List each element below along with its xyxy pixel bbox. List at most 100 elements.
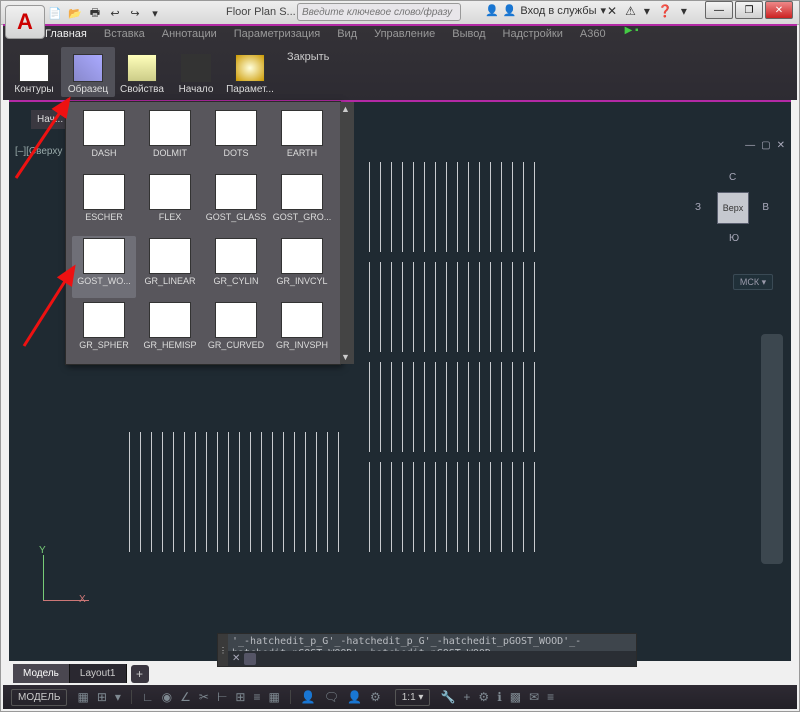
tab-manage[interactable]: Управление <box>372 25 437 45</box>
pattern-gr_cylin[interactable]: GR_CYLIN <box>204 236 268 298</box>
pattern-dolmit[interactable]: DOLMIT <box>138 108 202 170</box>
gallery-scrollbar[interactable] <box>340 102 354 364</box>
status-mid-icon[interactable]: ✂ <box>199 690 209 704</box>
status-right-icon[interactable]: 👤 <box>347 690 362 704</box>
qat-open-icon[interactable]: 📂 <box>67 5 83 21</box>
ribbon-props-button[interactable]: Свойства <box>115 47 169 97</box>
cmd-grip-icon[interactable]: ⋮ <box>218 634 228 666</box>
search-input[interactable] <box>297 3 461 21</box>
pattern-thumb <box>149 174 191 210</box>
status-mid-icon[interactable]: ∠ <box>180 690 191 704</box>
close-button[interactable]: ✕ <box>765 1 793 19</box>
status-mid-icon[interactable]: ⊢ <box>217 690 227 704</box>
ribbon-tabs: Главная Вставка Аннотации Параметризация… <box>43 25 791 45</box>
pattern-gr_invcyl[interactable]: GR_INVCYL <box>270 236 334 298</box>
help-icon[interactable]: ❓ <box>658 4 673 18</box>
tab-output[interactable]: Вывод <box>450 25 487 45</box>
status-right-icon[interactable]: ✉ <box>529 690 539 704</box>
status-right-icon[interactable]: ℹ <box>497 690 502 704</box>
chevron-down-icon: ▾ <box>600 4 606 17</box>
pattern-dots[interactable]: DOTS <box>204 108 268 170</box>
close-editor-button[interactable]: Закрыть <box>287 51 329 63</box>
scale-button[interactable]: 1:1 ▾ <box>395 689 431 706</box>
ribbon-pattern-button[interactable]: Образец <box>61 47 115 97</box>
sign-in[interactable]: 👤 👤 Вход в службы ▾ <box>485 4 606 17</box>
quick-access-toolbar: 📄 📂 🖶 ↩ ↪ ▾ <box>47 5 163 21</box>
view-cube[interactable]: С В Ю З Верх <box>695 170 769 244</box>
pattern-flex[interactable]: FLEX <box>138 172 202 234</box>
tab-parametrize[interactable]: Параметризация <box>232 25 322 45</box>
cmd-close-icon[interactable]: ✕ <box>232 653 240 664</box>
tab-a360[interactable]: A360 <box>578 25 608 45</box>
viewcube-face[interactable]: Верх <box>717 192 749 224</box>
status-mid-icon[interactable]: ⊞ <box>235 690 245 704</box>
status-right-icon[interactable]: 👤 <box>301 690 316 704</box>
tab-home[interactable]: Главная <box>43 25 89 45</box>
pattern-gost_gro...[interactable]: GOST_GRO... <box>270 172 334 234</box>
viewport-close-icon[interactable]: ✕ <box>777 140 785 151</box>
pattern-label: GR_LINEAR <box>144 276 195 286</box>
ribbon-contour-button[interactable]: Контуры <box>7 47 61 97</box>
status-mid-icon[interactable]: ≡ <box>253 690 260 704</box>
minimize-button[interactable]: — <box>705 1 733 19</box>
status-right-icon[interactable]: ≡ <box>547 690 554 704</box>
status-right-icon[interactable]: 🔧 <box>440 690 455 704</box>
chevron-down-icon[interactable]: ▾ <box>681 4 687 18</box>
status-left-icon[interactable]: ⊞ <box>97 690 107 704</box>
viewport-min-icon[interactable]: — <box>745 140 755 151</box>
pattern-gr_curved[interactable]: GR_CURVED <box>204 300 268 362</box>
tab-addins[interactable]: Надстройки <box>501 25 565 45</box>
add-layout-button[interactable]: + <box>131 665 149 683</box>
app-menu-button[interactable]: A <box>5 5 45 39</box>
ribbon-orig-button[interactable]: Начало <box>169 47 223 97</box>
qat-undo-icon[interactable]: ↩ <box>107 5 123 21</box>
status-left-icon[interactable]: ▦ <box>77 690 88 704</box>
tab-annotate[interactable]: Аннотации <box>160 25 219 45</box>
pattern-thumb <box>83 174 125 210</box>
qat-redo-icon[interactable]: ↪ <box>127 5 143 21</box>
pattern-gost_glass[interactable]: GOST_GLASS <box>204 172 268 234</box>
pattern-gr_hemisp[interactable]: GR_HEMISP <box>138 300 202 362</box>
status-right-icon[interactable]: ⚙ <box>370 690 381 704</box>
status-left-icon[interactable]: ▾ <box>115 690 121 704</box>
ucs-selector[interactable]: МСК ▾ <box>733 274 773 290</box>
viewcube-west[interactable]: З <box>695 202 701 213</box>
status-right-icon[interactable]: 🗨 <box>324 690 339 704</box>
pattern-earth[interactable]: EARTH <box>270 108 334 170</box>
viewcube-south[interactable]: Ю <box>729 233 739 244</box>
viewcube-north[interactable]: С <box>729 172 736 183</box>
status-mid-icon[interactable]: ◉ <box>162 690 172 704</box>
ribbon-param-button[interactable]: Парамет... <box>223 47 277 97</box>
status-right-icon[interactable]: + <box>463 690 470 704</box>
qat-print-icon[interactable]: 🖶 <box>87 5 103 21</box>
status-mid-icon[interactable]: ▦ <box>269 690 280 704</box>
pattern-escher[interactable]: ESCHER <box>72 172 136 234</box>
pattern-gr_invsph[interactable]: GR_INVSPH <box>270 300 334 362</box>
status-mid-icon[interactable]: ∟ <box>142 690 154 704</box>
pattern-dash[interactable]: DASH <box>72 108 136 170</box>
layout-tab[interactable]: Layout1 <box>70 664 127 683</box>
maximize-button[interactable]: ❐ <box>735 1 763 19</box>
command-line[interactable]: ⋮ '_-hatchedit_p_G'_-hatchedit_p_G'_-hat… <box>217 633 637 667</box>
model-space-button[interactable]: МОДЕЛЬ <box>11 689 67 706</box>
tab-insert[interactable]: Вставка <box>102 25 147 45</box>
qat-more-icon[interactable]: ▾ <box>147 5 163 21</box>
tab-view[interactable]: Вид <box>335 25 359 45</box>
warn-icon[interactable]: ⚠ <box>625 4 636 18</box>
tab-overflow-icon[interactable]: ▶ ▪ <box>625 25 639 45</box>
props-icon <box>127 54 157 82</box>
pattern-gr_linear[interactable]: GR_LINEAR <box>138 236 202 298</box>
layout-tab[interactable]: Модель <box>13 664 70 683</box>
exchange-icon[interactable]: ✕ <box>607 4 617 18</box>
qat-new-icon[interactable]: 📄 <box>47 5 63 21</box>
status-right-icon[interactable]: ⚙ <box>478 690 489 704</box>
ribbon-panel: КонтурыОбразецСвойстваНачалоПарамет... <box>7 47 277 97</box>
status-right-icon[interactable]: ▩ <box>510 690 521 704</box>
viewport-max-icon[interactable]: ▢ <box>761 140 770 151</box>
pattern-label: GOST_GRO... <box>273 212 332 222</box>
chevron-down-icon[interactable]: ▾ <box>644 4 650 18</box>
navigation-bar[interactable] <box>761 334 783 564</box>
pattern-thumb <box>281 110 323 146</box>
viewcube-east[interactable]: В <box>762 202 769 213</box>
orig-icon <box>181 54 211 82</box>
